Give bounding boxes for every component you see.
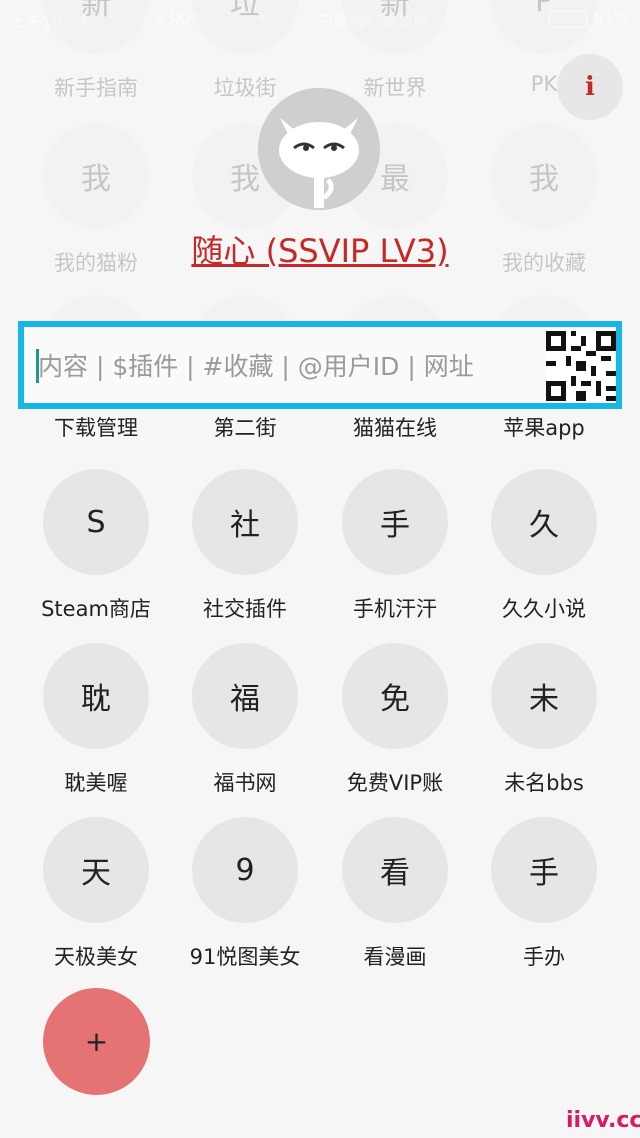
grid-item-icon: 久 — [491, 469, 597, 575]
grid-item[interactable]: 未未名bbs — [469, 643, 619, 797]
grid-item[interactable]: 手手机汗汗 — [320, 469, 470, 623]
grid-item-icon: S — [43, 469, 149, 575]
grid-item-icon: 我 — [43, 123, 149, 229]
grid-item[interactable]: 耽耽美喔 — [21, 643, 171, 797]
grid-item-label: Steam商店 — [41, 597, 151, 621]
grid-item-icon: 耽 — [43, 643, 149, 749]
username-link[interactable]: 随心 (SSVIP LV3) — [0, 226, 640, 272]
grid-item-icon: 手 — [491, 817, 597, 923]
grid-item-label[interactable]: 猫猫在线 — [320, 412, 470, 442]
grid-item-icon: P — [491, 0, 597, 54]
grid-item-icon: 免 — [342, 643, 448, 749]
grid-item[interactable]: S Steam商店 — [21, 469, 171, 623]
grid-item-icon: 社 — [192, 469, 298, 575]
grid-item-label[interactable]: 第二街 — [170, 412, 320, 442]
grid-item-icon: 看 — [342, 817, 448, 923]
search-box — [18, 321, 622, 409]
grid-item[interactable]: 免免费VIP账 — [320, 643, 470, 797]
grid-item-icon: 新 — [342, 0, 448, 54]
grid-item-icon: 未 — [491, 643, 597, 749]
grid-item-label: 福书网 — [213, 771, 277, 795]
grid-item-label: 天极美女 — [54, 945, 138, 969]
search-input[interactable] — [36, 345, 540, 387]
cat-avatar-icon — [258, 88, 380, 210]
grid-item-faded: 新新手指南 — [21, 0, 171, 102]
grid-item-label: 免费VIP账 — [346, 771, 444, 795]
info-button[interactable]: i — [557, 54, 623, 120]
grid-item-label: 未名bbs — [504, 771, 584, 795]
grid-item-faded: 垃垃圾街 — [170, 0, 320, 102]
grid-item[interactable]: 久久久小说 — [469, 469, 619, 623]
grid-item-label[interactable]: 下载管理 — [21, 412, 171, 442]
qr-code-icon[interactable] — [546, 331, 616, 401]
grid-item[interactable]: 看看漫画 — [320, 817, 470, 971]
grid-item[interactable]: 天天极美女 — [21, 817, 171, 971]
grid-item-icon: 9 — [192, 817, 298, 923]
grid-item-icon: 福 — [192, 643, 298, 749]
grid-item-icon: 手 — [342, 469, 448, 575]
watermark: iivv.cc — [566, 1108, 640, 1133]
avatar[interactable] — [258, 88, 380, 210]
grid-item-label[interactable]: 苹果app — [469, 412, 619, 442]
grid-item-label: 91悦图美女 — [189, 945, 301, 969]
grid-item-label: 久久小说 — [502, 597, 586, 621]
grid-item-label: 社交插件 — [203, 597, 287, 621]
grid-item-icon: 新 — [43, 0, 149, 54]
grid-item-icon: 我 — [491, 123, 597, 229]
grid-item-label: 新手指南 — [54, 76, 138, 100]
grid-item-faded: 新新世界 — [320, 0, 470, 102]
grid-item-label: 看漫画 — [363, 945, 427, 969]
grid-item-icon: 天 — [43, 817, 149, 923]
grid-item[interactable]: 福福书网 — [170, 643, 320, 797]
add-button[interactable]: + — [43, 988, 150, 1095]
grid-item-label: 手机汗汗 — [353, 597, 437, 621]
grid-item-icon: 垃 — [192, 0, 298, 54]
grid-item[interactable]: 手手办 — [469, 817, 619, 971]
grid-item-label: 手办 — [523, 945, 565, 969]
grid-item[interactable]: 社社交插件 — [170, 469, 320, 623]
grid-item[interactable]: 9 91悦图美女 — [170, 817, 320, 971]
grid-item-label: 耽美喔 — [64, 771, 128, 795]
